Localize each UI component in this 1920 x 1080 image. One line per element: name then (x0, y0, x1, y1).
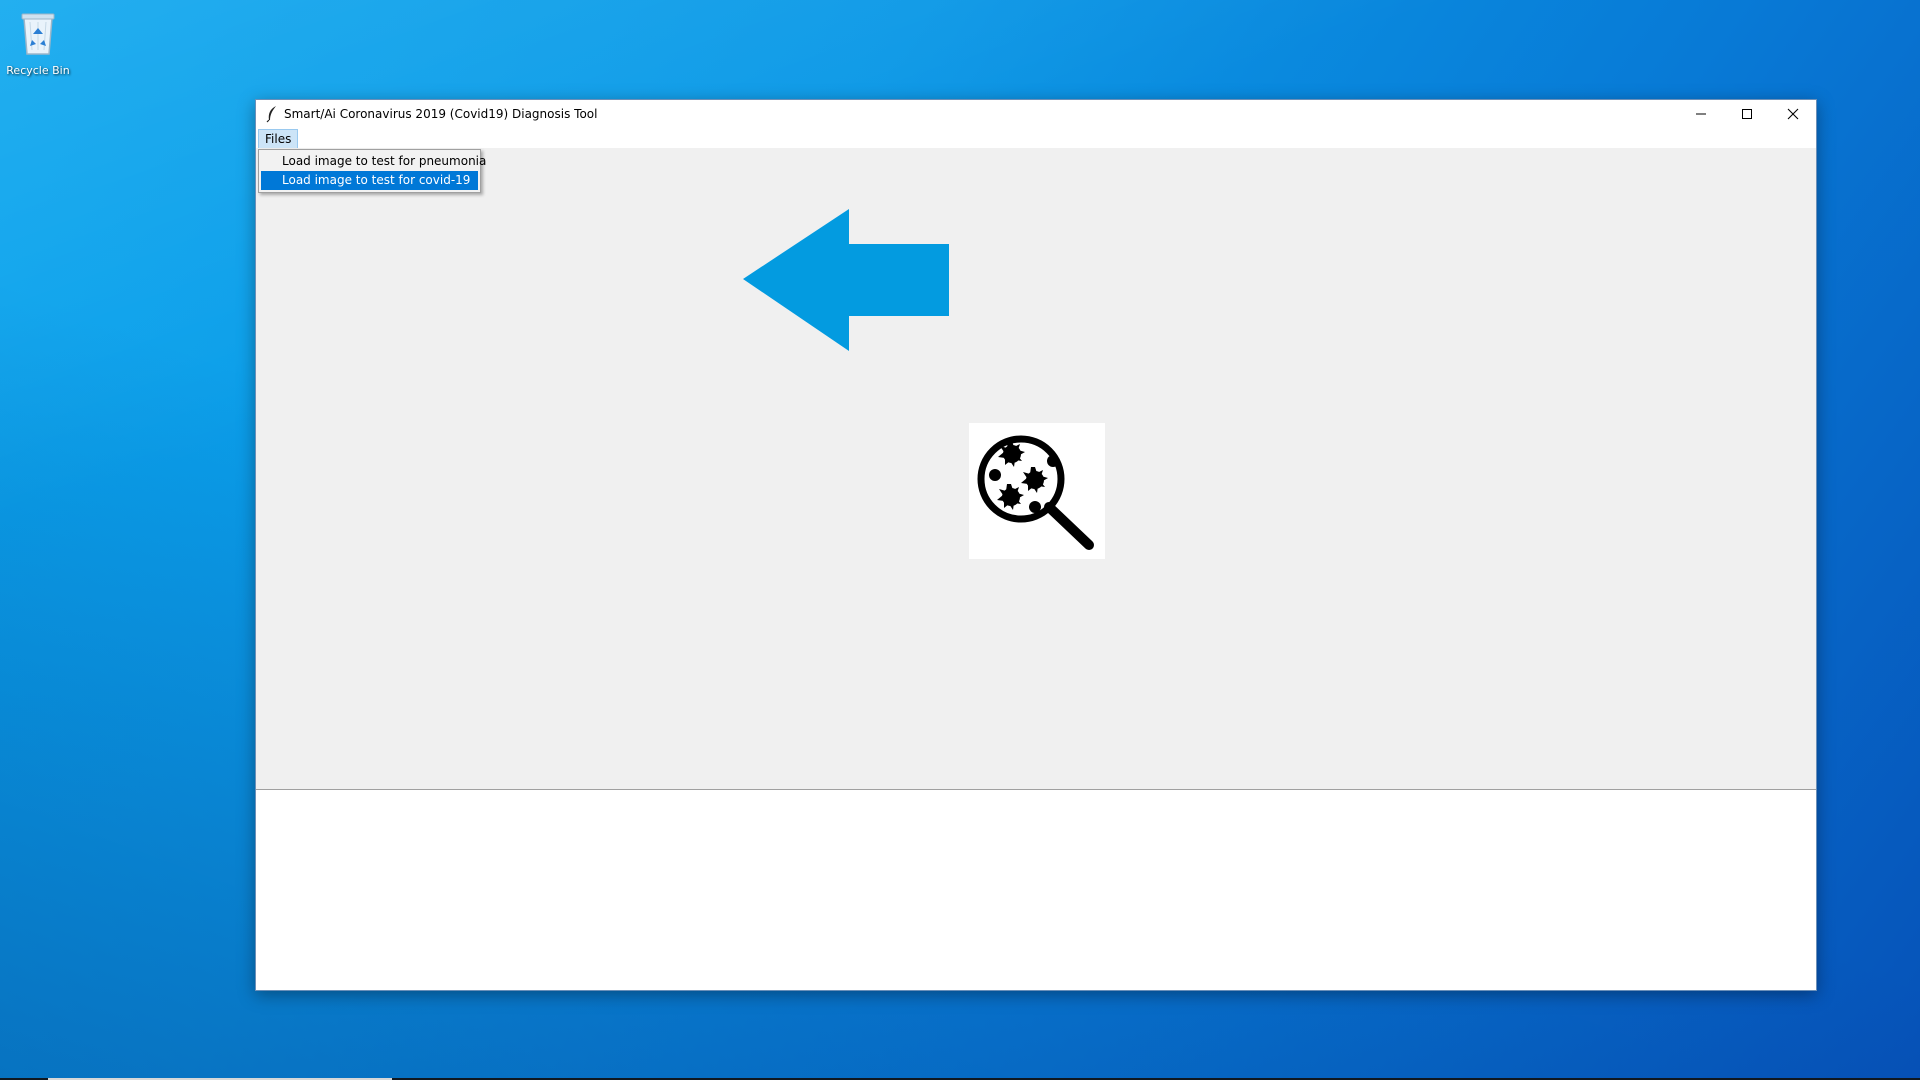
desktop: Recycle Bin Smart/Ai Coronavirus 2019 (C… (0, 0, 1920, 1080)
maximize-icon (1742, 109, 1752, 119)
files-menu[interactable]: Files (258, 129, 299, 149)
close-button[interactable] (1770, 100, 1816, 128)
title-bar[interactable]: Smart/Ai Coronavirus 2019 (Covid19) Diag… (256, 100, 1816, 128)
menu-item-load-covid19[interactable]: Load image to test for covid-19 (261, 171, 478, 190)
image-panel (256, 148, 1816, 790)
files-dropdown-menu: Load image to test for pneumonia Load im… (258, 149, 486, 193)
recycle-bin-label: Recycle Bin (6, 64, 70, 77)
minimize-icon (1696, 113, 1706, 115)
app-window: Smart/Ai Coronavirus 2019 (Covid19) Diag… (255, 99, 1817, 991)
logo-container (969, 423, 1105, 559)
recycle-bin-icon (21, 13, 55, 55)
menu-bar: Files (256, 128, 1816, 149)
window-title: Smart/Ai Coronavirus 2019 (Covid19) Diag… (284, 107, 598, 121)
minimize-button[interactable] (1678, 100, 1724, 128)
maximize-button[interactable] (1724, 100, 1770, 128)
recycle-bin-shortcut[interactable]: Recycle Bin (4, 8, 72, 77)
close-icon (1787, 108, 1799, 120)
pointer-arrow-annotation (743, 209, 949, 351)
feather-icon (266, 106, 276, 123)
menu-item-load-pneumonia[interactable]: Load image to test for pneumonia (261, 152, 486, 171)
output-area[interactable] (256, 790, 1816, 990)
virus-magnifier-icon (977, 435, 1094, 550)
